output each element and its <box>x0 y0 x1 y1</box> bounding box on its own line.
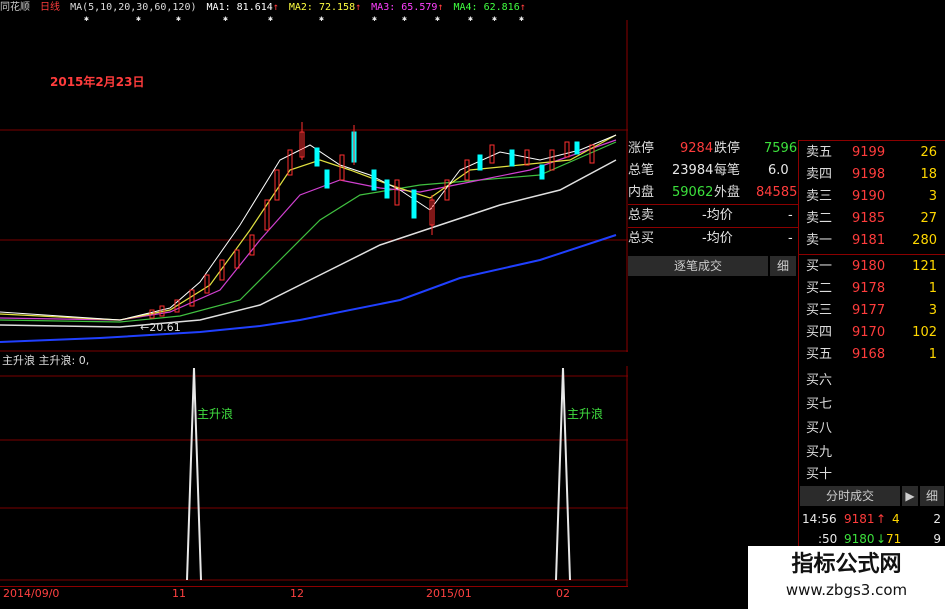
kline-chart[interactable]: ←20.61 <box>0 20 628 352</box>
ma-10-line <box>0 134 617 321</box>
ask-row[interactable]: 卖一 9181 280 <box>806 230 945 252</box>
play-icon[interactable]: ▶ <box>902 486 918 506</box>
watermark-title: 指标公式网 <box>791 552 902 577</box>
xaxis-label-1: 11 <box>172 587 186 600</box>
ma-60-line <box>0 159 617 328</box>
signal-label-1: 主升浪 <box>197 406 233 421</box>
bid-row[interactable]: 买十 <box>806 464 945 486</box>
ma-5-line <box>0 134 617 321</box>
xaxis-label-2: 12 <box>290 587 304 600</box>
ma3-label: MA3: 65.579↑ <box>371 2 444 13</box>
ma1-label: MA1: 81.614↑ <box>206 2 279 13</box>
ask-row[interactable]: 卖二 9185 27 <box>806 208 945 230</box>
xaxis-label-0: 2014/09/0 <box>3 587 60 600</box>
row-neipan: 内盘 59062 外盘 84585 <box>628 185 798 200</box>
watermark-url: www.zbgs3.com <box>785 581 908 599</box>
signal-spike-1 <box>186 367 202 581</box>
indicator-chart[interactable]: 主升浪 主升浪 <box>0 366 628 586</box>
ma-30-line <box>0 141 617 323</box>
bid-row[interactable]: 买八 <box>806 418 945 440</box>
app-title: 同花顺 <box>0 2 30 13</box>
fenshi-button[interactable]: 分时成交 <box>800 486 900 506</box>
bid-row[interactable]: 买四 9170 102 <box>806 322 945 344</box>
tick-row: 14:56 9181 ↑ 4 2 <box>802 512 941 526</box>
signal-label-2: 主升浪 <box>567 406 603 421</box>
row-zhangting: 涨停 9284 跌停 7596 <box>628 141 798 156</box>
fenshi-detail-button[interactable]: 细 <box>920 486 944 506</box>
signal-spike-2 <box>555 367 571 581</box>
xaxis-label-3: 2015/01 <box>426 587 472 600</box>
bid-row[interactable]: 买六 <box>806 370 945 392</box>
bid-row[interactable]: 买二 9178 1 <box>806 278 945 300</box>
ma2-label: MA2: 72.158↑ <box>288 2 362 13</box>
row-zongmai2: 总买 -均价 - <box>628 231 793 246</box>
bid-row[interactable]: 买三 9177 3 <box>806 300 945 322</box>
watermark-logo: 指标公式网 www.zbgs3.com <box>748 546 945 609</box>
ma4-label: MA4: 62.816↑ <box>453 2 526 13</box>
xaxis-label-4: 02 <box>556 587 570 600</box>
bid-row[interactable]: 买七 <box>806 394 945 416</box>
tick-list: 14:56 9181 ↑ 4 2 :50 9180 ↓ 71 9 <box>800 510 945 550</box>
candlesticks <box>149 122 595 319</box>
bid-row[interactable]: 买九 <box>806 442 945 464</box>
zhubi-detail-button[interactable]: 细 <box>770 256 796 276</box>
zhubi-button[interactable]: 逐笔成交 <box>628 256 768 276</box>
low-price-label: ←20.61 <box>140 321 181 334</box>
row-zongbi: 总笔 23984 每笔 6.0 <box>628 163 789 178</box>
ma-params: MA(5,10,20,30,60,120) <box>70 2 197 13</box>
ask-row[interactable]: 卖五 9199 26 <box>806 142 945 164</box>
ma-20-line <box>0 139 617 321</box>
period-label[interactable]: 日线 <box>40 2 60 13</box>
bid-row[interactable]: 买一 9180 121 <box>806 256 945 278</box>
row-zongmai: 总卖 -均价 - <box>628 208 793 223</box>
bid-row[interactable]: 买五 9168 1 <box>806 344 945 366</box>
ask-row[interactable]: 卖四 9198 18 <box>806 164 945 186</box>
ask-row[interactable]: 卖三 9190 3 <box>806 186 945 208</box>
